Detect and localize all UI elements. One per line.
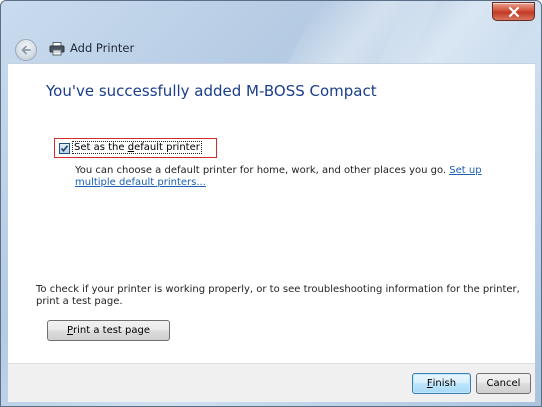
add-printer-window: Add Printer You've successfully added M-…: [0, 0, 542, 407]
button-label: inish: [432, 378, 457, 389]
checkmark-icon: [60, 145, 69, 153]
wizard-footer: Finish Cancel: [8, 363, 535, 402]
test-page-info: To check if your printer is working prop…: [36, 284, 520, 307]
header-bar: Add Printer: [7, 31, 535, 63]
close-icon: [508, 6, 519, 17]
button-label: rint a test page: [73, 325, 151, 336]
back-button[interactable]: [15, 39, 37, 61]
wizard-content: You've successfully added M-BOSS Compact…: [8, 63, 535, 364]
window-title: Add Printer: [70, 41, 135, 55]
back-arrow-icon: [21, 45, 31, 55]
close-button[interactable]: [492, 2, 535, 21]
finish-button[interactable]: Finish: [412, 373, 471, 394]
printer-icon: [49, 42, 65, 56]
default-printer-description: You can choose a default printer for hom…: [75, 165, 515, 189]
default-printer-checkbox[interactable]: [59, 143, 70, 154]
default-printer-label[interactable]: Set as the default printer: [72, 141, 202, 154]
label-part: efault printer: [134, 142, 200, 153]
cancel-button[interactable]: Cancel: [476, 373, 531, 394]
page-heading: You've successfully added M-BOSS Compact: [46, 82, 377, 100]
label-part: Set as the: [74, 142, 128, 153]
print-test-page-button[interactable]: Print a test page: [47, 320, 170, 341]
description-text: You can choose a default printer for hom…: [75, 165, 450, 176]
